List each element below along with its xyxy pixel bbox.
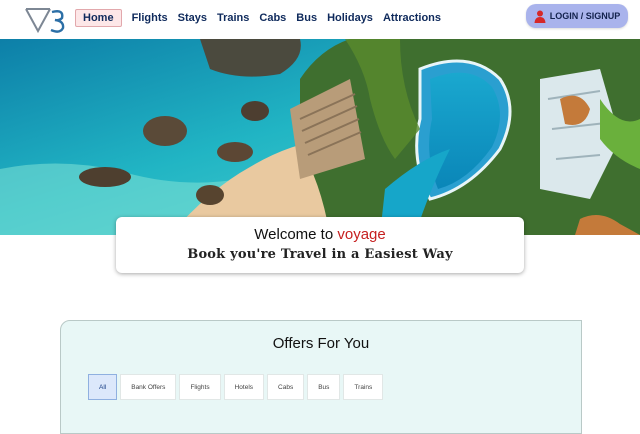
- offer-tabs: All Bank Offers Flights Hotels Cabs Bus …: [88, 374, 386, 400]
- user-icon: [534, 10, 546, 23]
- nav-attractions[interactable]: Attractions: [383, 10, 441, 26]
- offers-title: Offers For You: [272, 335, 370, 352]
- offer-tab-flights[interactable]: Flights: [179, 374, 221, 400]
- offer-tab-bus[interactable]: Bus: [307, 374, 341, 400]
- welcome-title: Welcome to voyage: [116, 226, 524, 243]
- offer-tab-hotels[interactable]: Hotels: [223, 374, 265, 400]
- top-navbar: Home Flights Stays Trains Cabs Bus Holid…: [0, 0, 640, 39]
- nav-home[interactable]: Home: [75, 9, 122, 27]
- offer-tab-trains[interactable]: Trains: [343, 374, 384, 400]
- main-nav: Home Flights Stays Trains Cabs Bus Holid…: [75, 9, 451, 27]
- nav-holidays[interactable]: Holidays: [327, 10, 373, 26]
- offer-tab-cabs[interactable]: Cabs: [267, 374, 305, 400]
- brand-name: voyage: [337, 226, 386, 243]
- offers-section: Offers For You All Bank Offers Flights H…: [60, 320, 582, 434]
- welcome-card: Welcome to voyage Book you're Travel in …: [116, 217, 524, 273]
- nav-cabs[interactable]: Cabs: [259, 10, 286, 26]
- login-label: LOGIN / SIGNUP: [549, 11, 621, 21]
- nav-flights[interactable]: Flights: [132, 10, 168, 26]
- nav-stays[interactable]: Stays: [178, 10, 207, 26]
- hero-banner-image: [0, 39, 640, 235]
- welcome-prefix: Welcome to: [254, 226, 338, 243]
- nav-trains[interactable]: Trains: [217, 10, 249, 26]
- logo-icon[interactable]: [24, 6, 68, 34]
- welcome-subtitle: Book you're Travel in a Easiest Way: [187, 247, 453, 262]
- offer-tab-all[interactable]: All: [88, 374, 118, 400]
- nav-bus[interactable]: Bus: [296, 10, 317, 26]
- offer-tab-bank-offers[interactable]: Bank Offers: [120, 374, 177, 400]
- login-signup-button[interactable]: LOGIN / SIGNUP: [526, 4, 628, 28]
